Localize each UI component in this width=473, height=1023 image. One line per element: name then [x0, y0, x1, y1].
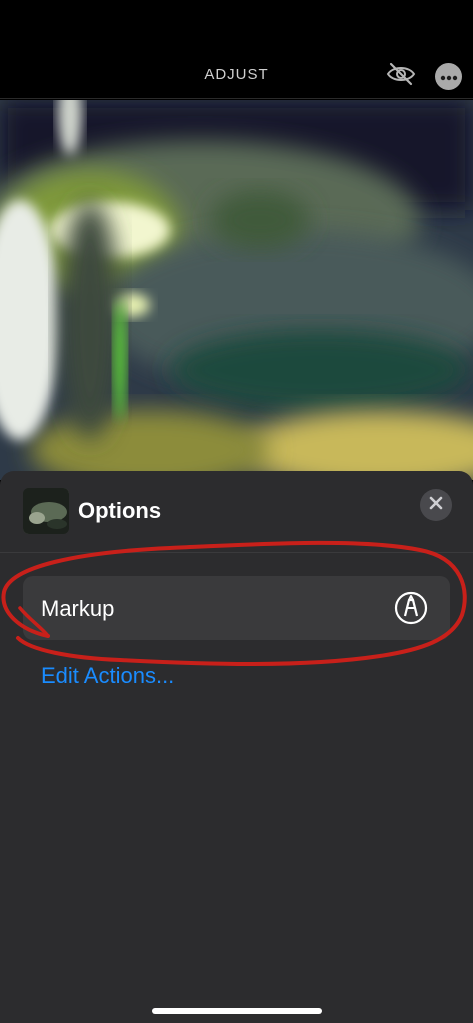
markup-pen-icon	[394, 591, 428, 625]
edit-actions-link[interactable]: Edit Actions...	[41, 663, 174, 689]
top-bar: ADJUST	[0, 0, 473, 99]
close-button[interactable]	[420, 489, 452, 521]
photo-preview[interactable]	[0, 100, 473, 480]
sheet-title: Options	[78, 498, 162, 523]
ellipsis-icon	[440, 68, 458, 86]
markup-action-row[interactable]: Markup	[23, 576, 450, 640]
options-sheet: Options Markup Edit Actions...	[0, 471, 473, 1023]
hide-button[interactable]	[384, 62, 418, 90]
more-button[interactable]	[435, 63, 462, 90]
eye-slash-icon	[386, 62, 416, 91]
close-icon	[429, 496, 443, 515]
sheet-header: Options	[0, 471, 473, 553]
action-label: Markup	[41, 596, 115, 621]
photo-thumbnail	[23, 488, 69, 534]
home-indicator	[152, 1008, 322, 1014]
